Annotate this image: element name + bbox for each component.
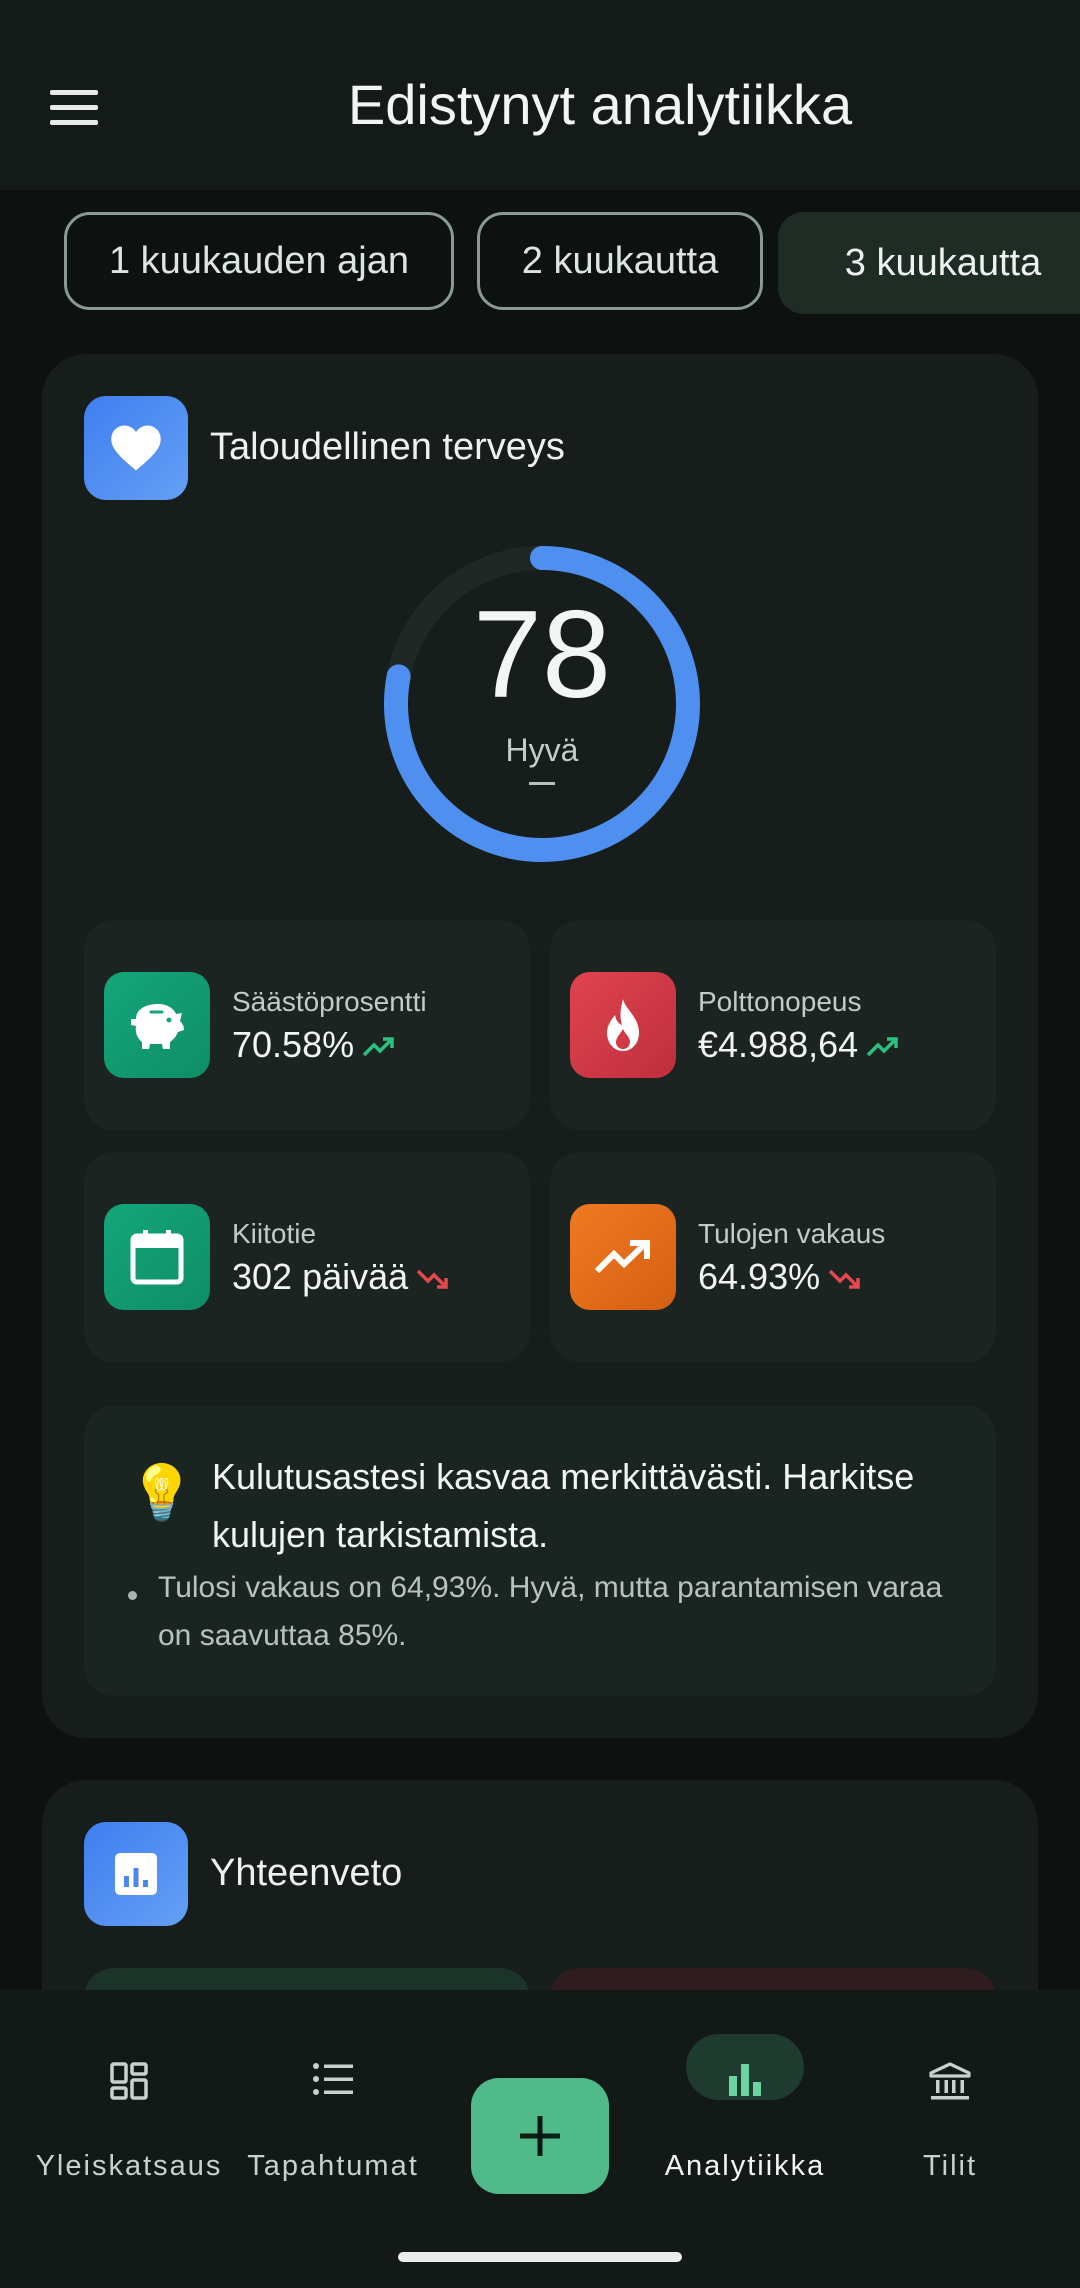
- nav-label: Tilit: [922, 2150, 978, 2182]
- page-title: Edistynyt analytiikka: [347, 73, 853, 136]
- chip-1-month[interactable]: 1 kuukauden ajan: [64, 212, 454, 310]
- lightbulb-icon: 💡: [128, 1463, 196, 1523]
- nav-item-accounts[interactable]: Tilit: [870, 2042, 1030, 2182]
- calendar-icon: [104, 1204, 210, 1310]
- metric-label: Tulojen vakaus: [698, 1218, 886, 1249]
- metric-label: Kiitotie: [232, 1218, 317, 1249]
- metric-label: Polttonopeus: [698, 986, 862, 1017]
- list-icon: [313, 2063, 353, 2095]
- card-title: Yhteenveto: [210, 1852, 403, 1894]
- trending-up-icon: [570, 1204, 676, 1310]
- health-score-value: 78: [473, 586, 611, 724]
- metric-runway[interactable]: Kiitotie 302 päivää: [84, 1152, 530, 1362]
- metric-burn-rate[interactable]: Polttonopeus €4.988,64: [550, 920, 996, 1130]
- trending-down-icon: [828, 1270, 860, 1290]
- heart-icon: [84, 396, 188, 500]
- metric-value: 302 päivää: [232, 1256, 450, 1298]
- health-score-sub: [529, 782, 555, 785]
- bar-chart-icon: [84, 1822, 188, 1926]
- tip-text: Tulosi vakaus on 64,93%. Hyvä, mutta par…: [158, 1571, 943, 1652]
- trending-up-icon: [866, 1037, 898, 1057]
- trending-down-icon: [416, 1270, 448, 1290]
- nav-item-overview[interactable]: Yleiskatsaus: [20, 2042, 238, 2182]
- summary-income-tile: [84, 1968, 530, 1990]
- metric-label: Säästöprosentti: [232, 986, 427, 1017]
- piggy-bank-icon: [104, 972, 210, 1078]
- summary-card: Yhteenveto: [42, 1780, 1038, 1990]
- metric-value: 64.93%: [698, 1256, 862, 1298]
- insight-tip: 💡 Kulutusastesi kasvaa merkittävästi. Ha…: [84, 1406, 996, 1696]
- trending-up-icon: [362, 1037, 394, 1057]
- nav-label: Analytiikka: [664, 2150, 826, 2182]
- financial-health-card: Taloudellinen terveys 78 Hyvä Säästöpros…: [42, 354, 1038, 1738]
- nav-item-transactions[interactable]: Tapahtumat: [238, 2042, 428, 2182]
- nav-label: Yleiskatsaus: [35, 2150, 223, 2182]
- summary-expense-tile: [550, 1968, 996, 1990]
- chip-3-months[interactable]: 3 kuukautta: [778, 212, 1080, 314]
- card-title: Taloudellinen terveys: [210, 426, 565, 468]
- add-transaction-button[interactable]: [471, 2078, 609, 2194]
- analytics-icon: [729, 2064, 761, 2096]
- period-selector: 1 kuukauden ajan 2 kuukautta 3 kuukautta: [0, 212, 1080, 316]
- menu-icon[interactable]: [50, 90, 100, 128]
- health-score-label: Hyvä: [505, 732, 579, 768]
- nav-label: Tapahtumat: [247, 2150, 419, 2182]
- metric-value: €4.988,64: [698, 1024, 900, 1066]
- app-bar: Edistynyt analytiikka: [0, 0, 1080, 190]
- metric-savings-rate[interactable]: Säästöprosentti 70.58%: [84, 920, 530, 1130]
- bullet-dot: [128, 1591, 137, 1600]
- dashboard-icon: [110, 2062, 148, 2100]
- health-score-gauge: 78 Hyvä: [377, 539, 707, 869]
- bank-icon: [929, 2062, 971, 2100]
- flame-icon: [570, 972, 676, 1078]
- tip-title: Kulutusastesi kasvaa merkittävästi. Hark…: [212, 1456, 915, 1555]
- metric-value: 70.58%: [232, 1024, 396, 1066]
- chip-2-months[interactable]: 2 kuukautta: [477, 212, 763, 310]
- plus-icon: [520, 2116, 560, 2156]
- metric-income-stability[interactable]: Tulojen vakaus 64.93%: [550, 1152, 996, 1362]
- nav-item-analytics[interactable]: Analytiikka: [640, 2034, 850, 2182]
- home-indicator: [398, 2252, 682, 2262]
